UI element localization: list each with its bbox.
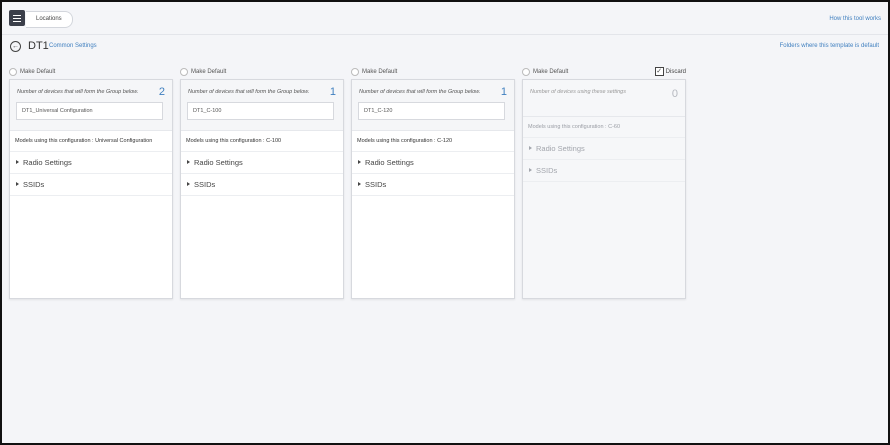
section-label: SSIDs: [536, 166, 558, 175]
config-card: Number of devices using these settings 0…: [522, 79, 686, 299]
caret-right-icon: [529, 146, 532, 150]
app-frame: Locations How this tool works ← DT1 Comm…: [0, 0, 890, 445]
config-column: Make Default Number of devices that will…: [351, 67, 515, 299]
card-header: Number of devices that will form the Gro…: [10, 80, 172, 131]
make-default-label: Make Default: [533, 69, 569, 75]
card-header: Number of devices that will form the Gro…: [181, 80, 343, 131]
page-title: DT1: [28, 40, 49, 52]
section-label: Radio Settings: [194, 158, 243, 167]
device-count: 1: [500, 86, 507, 98]
radio-settings-section[interactable]: Radio Settings: [352, 152, 514, 174]
device-count: 1: [329, 86, 336, 98]
make-default-label: Make Default: [20, 69, 56, 75]
caret-right-icon: [16, 160, 19, 164]
top-bar: Locations How this tool works: [2, 2, 888, 35]
config-name-input[interactable]: DT1_Universal Configuration: [16, 102, 163, 120]
discard-label: Discard: [665, 68, 686, 75]
config-column: Make Default Number of devices that will…: [9, 67, 173, 299]
section-label: Radio Settings: [536, 144, 585, 153]
make-default-radio[interactable]: [351, 68, 359, 76]
caret-right-icon: [358, 160, 361, 164]
section-label: SSIDs: [194, 180, 216, 189]
config-name-input[interactable]: DT1_C-120: [358, 102, 505, 120]
make-default-option[interactable]: Make Default: [180, 67, 344, 77]
models-info: Models using this configuration : C-60: [523, 117, 685, 138]
make-default-option[interactable]: Make Default: [351, 67, 515, 77]
make-default-label: Make Default: [191, 69, 227, 75]
ssids-section[interactable]: SSIDs: [352, 174, 514, 196]
radio-settings-section[interactable]: Radio Settings: [523, 138, 685, 160]
common-settings-link[interactable]: Common Settings: [49, 43, 97, 49]
config-card: Number of devices that will form the Gro…: [9, 79, 173, 299]
breadcrumb-locations[interactable]: Locations: [26, 11, 73, 28]
radio-settings-section[interactable]: Radio Settings: [181, 152, 343, 174]
config-name-input[interactable]: DT1_C-100: [187, 102, 334, 120]
hamburger-menu-icon[interactable]: [9, 10, 25, 26]
device-count: 0: [671, 88, 678, 100]
ssids-section[interactable]: SSIDs: [523, 160, 685, 182]
section-label: Radio Settings: [23, 158, 72, 167]
models-info: Models using this configuration : C-120: [352, 131, 514, 152]
help-link[interactable]: How this tool works: [829, 16, 881, 22]
caret-right-icon: [187, 182, 190, 186]
discard-option[interactable]: ✓ Discard: [654, 67, 686, 76]
discard-checkbox[interactable]: ✓: [654, 67, 664, 76]
make-default-option[interactable]: Make Default: [9, 67, 173, 77]
section-label: Radio Settings: [365, 158, 414, 167]
ssids-section[interactable]: SSIDs: [10, 174, 172, 196]
section-label: SSIDs: [23, 180, 45, 189]
config-card: Number of devices that will form the Gro…: [180, 79, 344, 299]
make-default-radio[interactable]: [180, 68, 188, 76]
back-arrow-icon[interactable]: ←: [10, 41, 21, 52]
make-default-radio[interactable]: [9, 68, 17, 76]
card-header: Number of devices using these settings 0: [523, 80, 685, 117]
device-count-description: Number of devices that will form the Gro…: [188, 89, 310, 95]
make-default-label: Make Default: [362, 69, 398, 75]
section-label: SSIDs: [365, 180, 387, 189]
caret-right-icon: [529, 168, 532, 172]
radio-settings-section[interactable]: Radio Settings: [10, 152, 172, 174]
device-count-description: Number of devices that will form the Gro…: [359, 89, 481, 95]
ssids-section[interactable]: SSIDs: [181, 174, 343, 196]
config-column: Make Default Number of devices that will…: [180, 67, 344, 299]
device-count-description: Number of devices using these settings: [530, 89, 626, 95]
caret-right-icon: [358, 182, 361, 186]
caret-right-icon: [187, 160, 190, 164]
models-info: Models using this configuration : Univer…: [10, 131, 172, 152]
config-card: Number of devices that will form the Gro…: [351, 79, 515, 299]
device-count-description: Number of devices that will form the Gro…: [17, 89, 139, 95]
card-header: Number of devices that will form the Gro…: [352, 80, 514, 131]
models-info: Models using this configuration : C-100: [181, 131, 343, 152]
caret-right-icon: [16, 182, 19, 186]
device-count: 2: [158, 86, 165, 98]
folders-default-link[interactable]: Folders where this template is default: [780, 43, 879, 49]
config-column-discarded: Make Default ✓ Discard Number of devices…: [522, 67, 686, 299]
make-default-radio[interactable]: [522, 68, 530, 76]
